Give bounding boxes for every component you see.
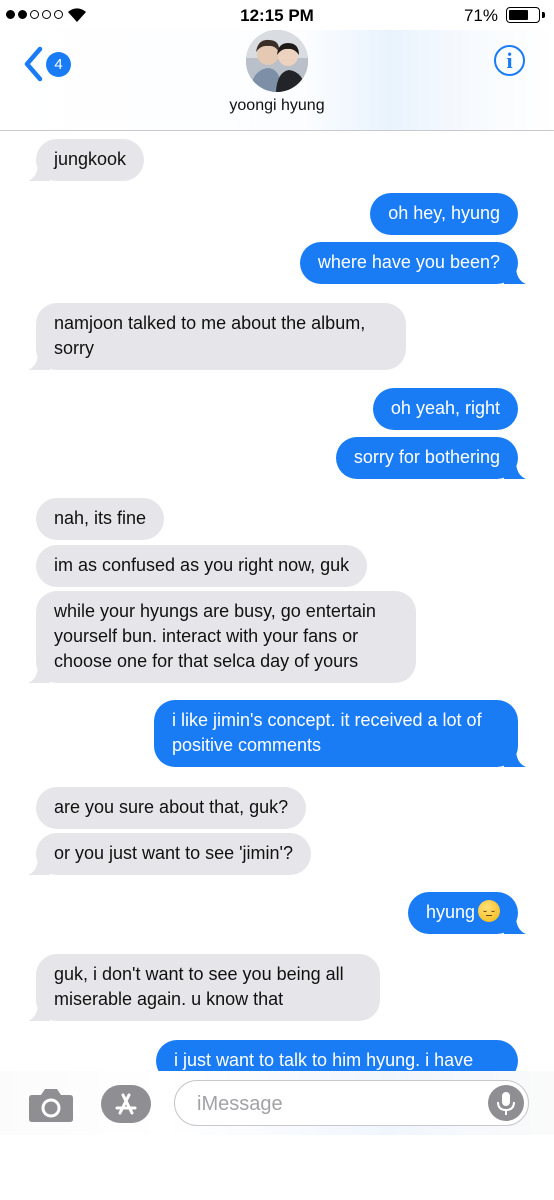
- bubble-tail: [504, 262, 526, 284]
- outgoing-message[interactable]: sorry for bothering: [335, 437, 526, 479]
- outgoing-message[interactable]: hyung: [407, 892, 526, 934]
- microphone-icon: [497, 1092, 515, 1115]
- message-input-container[interactable]: [174, 1080, 529, 1126]
- incoming-message[interactable]: jungkook: [28, 139, 145, 181]
- message-text: guk, i don't want to see you being all m…: [54, 964, 344, 1009]
- info-button[interactable]: i: [494, 45, 525, 76]
- message-thread[interactable]: jungkook oh hey, hyung where have you be…: [0, 131, 554, 1071]
- app-store-icon: [115, 1093, 137, 1115]
- bubble-tail: [504, 457, 526, 479]
- incoming-message[interactable]: while your hyungs are busy, go entertain…: [28, 591, 416, 683]
- message-text: jungkook: [54, 149, 127, 169]
- conversation-header: 4 yoongi hyung i: [0, 30, 554, 131]
- outgoing-message[interactable]: oh yeah, right: [372, 388, 518, 430]
- microphone-button[interactable]: [488, 1085, 524, 1121]
- bubble-tail: [28, 348, 50, 370]
- bubble-tail: [28, 853, 50, 875]
- camera-button[interactable]: [28, 1087, 74, 1123]
- message-text: while your hyungs are busy, go entertain…: [54, 601, 376, 671]
- message-text: nah, its fine: [54, 508, 147, 528]
- message-text: or you just want to see 'jimin'?: [54, 843, 293, 863]
- outgoing-message[interactable]: where have you been?: [299, 242, 526, 284]
- message-text: i like jimin's concept. it received a lo…: [172, 710, 482, 755]
- avatar-photo: [246, 30, 308, 92]
- message-input[interactable]: [195, 1090, 479, 1118]
- outgoing-message[interactable]: oh hey, hyung: [370, 193, 518, 235]
- battery-tip: [542, 12, 545, 18]
- incoming-message[interactable]: im as confused as you right now, guk: [36, 545, 368, 587]
- contact-avatar[interactable]: [246, 30, 308, 92]
- contact-name[interactable]: yoongi hyung: [0, 97, 554, 115]
- battery-icon: [506, 7, 540, 23]
- unread-count-badge: 4: [46, 52, 71, 77]
- message-text: namjoon talked to me about the album, so…: [54, 313, 366, 358]
- incoming-message[interactable]: or you just want to see 'jimin'?: [28, 833, 311, 875]
- app-store-button[interactable]: [101, 1085, 151, 1123]
- message-text: where have you been?: [317, 252, 500, 272]
- incoming-message[interactable]: namjoon talked to me about the album, so…: [28, 303, 406, 370]
- incoming-message[interactable]: nah, its fine: [36, 498, 165, 540]
- message-text: are you sure about that, guk?: [54, 797, 289, 817]
- message-text: i just want to talk to him hyung. i have: [174, 1050, 474, 1070]
- message-text: oh yeah, right: [390, 398, 500, 418]
- outgoing-message[interactable]: i just want to talk to him hyung. i have: [156, 1040, 518, 1071]
- bubble-tail: [28, 661, 50, 683]
- message-text: oh hey, hyung: [388, 203, 500, 223]
- bubble-tail: [28, 159, 50, 181]
- battery-percent: 71%: [463, 6, 498, 25]
- incoming-message[interactable]: guk, i don't want to see you being all m…: [28, 954, 380, 1021]
- compose-bar: [0, 1071, 554, 1135]
- back-button[interactable]: 4: [18, 44, 88, 84]
- chevron-left-icon: [24, 46, 43, 82]
- message-text: hyung: [425, 902, 475, 922]
- outgoing-message[interactable]: i like jimin's concept. it received a lo…: [154, 700, 526, 767]
- message-text: im as confused as you right now, guk: [54, 555, 350, 575]
- pensive-face-emoji: [478, 900, 500, 922]
- bubble-tail: [504, 912, 526, 934]
- camera-icon: [29, 1089, 73, 1122]
- status-bar: 12:15 PM 71%: [0, 0, 554, 32]
- bubble-tail: [504, 745, 526, 767]
- bubble-tail: [28, 999, 50, 1021]
- message-text: sorry for bothering: [353, 447, 500, 467]
- incoming-message[interactable]: are you sure about that, guk?: [36, 787, 307, 829]
